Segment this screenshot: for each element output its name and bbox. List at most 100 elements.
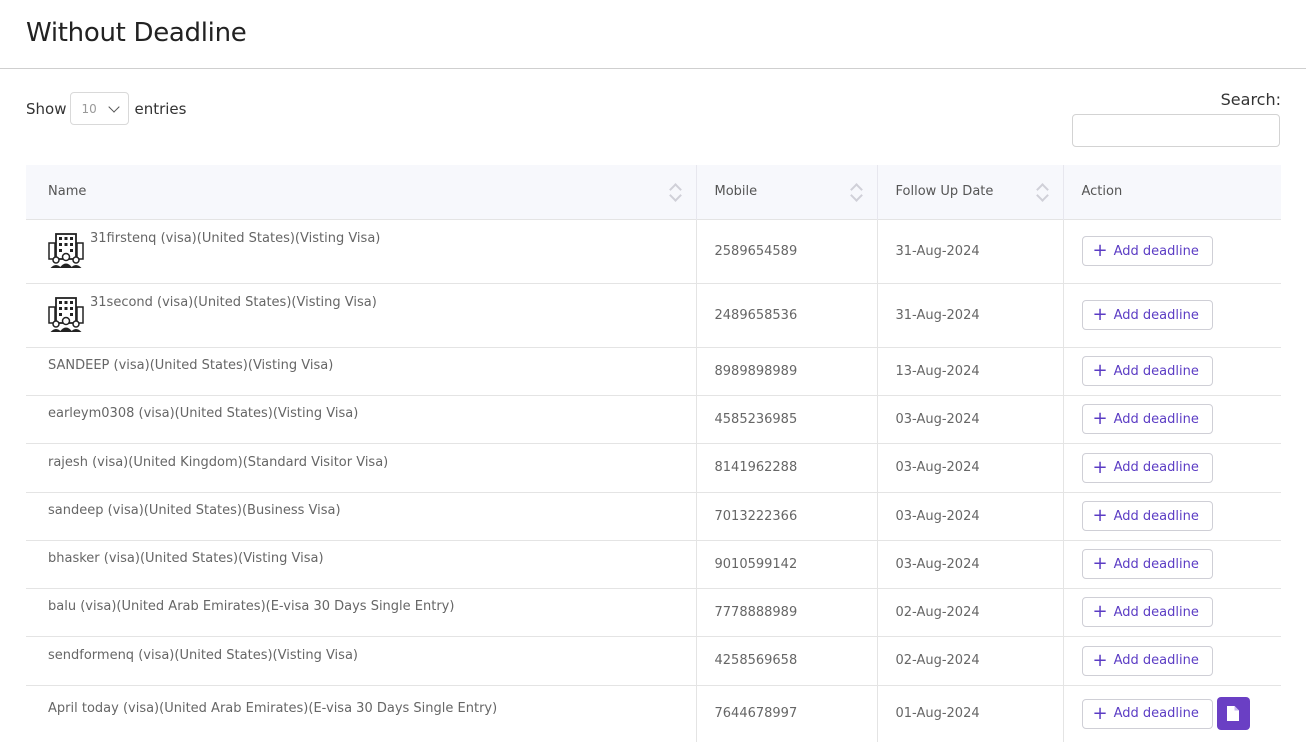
cell-name: sendformenq (visa)(United States)(Vistin… <box>26 635 696 685</box>
name-wrap: 31second (visa)(United States)(Visting V… <box>48 295 695 333</box>
cell-name: balu (visa)(United Arab Emirates)(E-visa… <box>26 587 696 636</box>
enquiry-name: SANDEEP (visa)(United States)(Visting Vi… <box>48 358 334 373</box>
cell-name: bhasker (visa)(United States)(Visting Vi… <box>26 539 696 588</box>
table-row: April today (visa)(United Arab Emirates)… <box>26 684 1281 742</box>
enquiry-name: balu (visa)(United Arab Emirates)(E-visa… <box>48 599 455 614</box>
column-header-follow-up-label: Follow Up Date <box>895 184 994 200</box>
table-row: sandeep (visa)(United States)(Business V… <box>26 491 1281 540</box>
cell-action: + Add deadline <box>1062 394 1281 443</box>
name-wrap: earleym0308 (visa)(United States)(Vistin… <box>48 406 695 422</box>
cell-mobile: 8141962288 <box>695 442 877 492</box>
table-row: bhasker (visa)(United States)(Visting Vi… <box>26 539 1281 588</box>
document-button[interactable] <box>1216 697 1250 731</box>
cell-name: earleym0308 (visa)(United States)(Vistin… <box>26 394 696 443</box>
cell-follow-up-date: 03-Aug-2024 <box>876 442 1063 492</box>
sort-icon[interactable] <box>1035 181 1049 203</box>
cell-follow-up-date: 03-Aug-2024 <box>876 394 1063 443</box>
cell-action: + Add deadline <box>1062 587 1281 636</box>
enquiry-name: bhasker (visa)(United States)(Visting Vi… <box>48 551 324 566</box>
cell-mobile: 7644678997 <box>695 684 877 742</box>
cell-mobile: 8989898989 <box>695 346 877 395</box>
cell-mobile: 7013222366 <box>695 491 877 540</box>
name-wrap: SANDEEP (visa)(United States)(Visting Vi… <box>48 358 695 374</box>
table-row: 31firstenq (visa)(United States)(Visting… <box>26 218 1281 283</box>
name-wrap: April today (visa)(United Arab Emirates)… <box>48 701 695 717</box>
name-wrap: rajesh (visa)(United Kingdom)(Standard V… <box>48 455 695 471</box>
enquiry-name: rajesh (visa)(United Kingdom)(Standard V… <box>48 454 389 470</box>
enquiries-table: Name Mobile Follow Up Date Action 31firs… <box>26 165 1281 742</box>
cell-follow-up-date: 31-Aug-2024 <box>876 282 1063 347</box>
plus-icon: + <box>1092 360 1108 381</box>
cell-follow-up-date: 02-Aug-2024 <box>876 635 1063 685</box>
sort-icon[interactable] <box>668 181 682 203</box>
column-header-action-label: Action <box>1081 184 1123 200</box>
chevron-down-icon <box>108 100 121 113</box>
add-deadline-button[interactable]: + Add deadline <box>1081 356 1213 386</box>
add-deadline-button[interactable]: + Add deadline <box>1081 452 1213 483</box>
cell-action: + Add deadline <box>1062 491 1281 540</box>
table-row: sendformenq (visa)(United States)(Vistin… <box>26 635 1281 685</box>
add-deadline-label: Add deadline <box>1113 508 1199 524</box>
cell-mobile: 7778888989 <box>695 587 877 636</box>
cell-follow-up-date: 13-Aug-2024 <box>876 346 1063 395</box>
table-controls: Show 10 entries Search: <box>0 69 1306 164</box>
search-label: Search: <box>1220 90 1281 109</box>
cell-follow-up-date: 01-Aug-2024 <box>876 684 1063 742</box>
cell-name: 31firstenq (visa)(United States)(Visting… <box>26 218 696 283</box>
add-deadline-label: Add deadline <box>1113 243 1199 259</box>
add-deadline-label: Add deadline <box>1113 411 1199 427</box>
add-deadline-button[interactable]: + Add deadline <box>1081 404 1213 434</box>
name-wrap: sandeep (visa)(United States)(Business V… <box>48 503 695 519</box>
enquiry-name: earleym0308 (visa)(United States)(Vistin… <box>48 406 359 421</box>
table-row: balu (visa)(United Arab Emirates)(E-visa… <box>26 587 1281 636</box>
plus-icon: + <box>1092 505 1108 526</box>
cell-mobile: 2589654589 <box>695 218 877 283</box>
name-wrap: sendformenq (visa)(United States)(Vistin… <box>48 648 695 664</box>
column-header-follow-up-date[interactable]: Follow Up Date <box>877 165 1064 219</box>
plus-icon: + <box>1092 649 1108 671</box>
add-deadline-label: Add deadline <box>1113 556 1199 572</box>
plus-icon: + <box>1092 702 1108 724</box>
search-input[interactable] <box>1072 114 1280 147</box>
add-deadline-button[interactable]: + Add deadline <box>1081 645 1213 676</box>
table-row: earleym0308 (visa)(United States)(Vistin… <box>26 394 1281 443</box>
column-header-name-label: Name <box>48 184 87 200</box>
enquiry-name: 31firstenq (visa)(United States)(Visting… <box>90 231 381 246</box>
sort-icon[interactable] <box>849 181 863 203</box>
add-deadline-button[interactable]: + Add deadline <box>1081 501 1213 531</box>
add-deadline-label: Add deadline <box>1113 653 1199 668</box>
cell-action: + Add deadline <box>1062 684 1281 742</box>
cell-mobile: 9010599142 <box>695 539 877 588</box>
enquiry-name: sandeep (visa)(United States)(Business V… <box>48 503 341 518</box>
enquiry-name: 31second (visa)(United States)(Visting V… <box>90 295 377 310</box>
show-label: Show <box>26 99 67 118</box>
enquiry-name: sendformenq (visa)(United States)(Vistin… <box>48 647 358 663</box>
cell-name: SANDEEP (visa)(United States)(Visting Vi… <box>26 346 696 395</box>
plus-icon: + <box>1092 408 1108 429</box>
page-header: Without Deadline <box>0 0 1306 69</box>
column-header-mobile[interactable]: Mobile <box>696 165 878 219</box>
cell-name: April today (visa)(United Arab Emirates)… <box>26 684 696 742</box>
cell-action: + Add deadline <box>1062 346 1281 395</box>
column-header-action: Action <box>1063 165 1281 219</box>
plus-icon: + <box>1092 240 1108 261</box>
entries-control: Show 10 entries <box>26 92 186 125</box>
cell-action: + Add deadline <box>1062 218 1281 283</box>
table-row: rajesh (visa)(United Kingdom)(Standard V… <box>26 442 1281 492</box>
document-icon <box>1227 706 1240 722</box>
add-deadline-button[interactable]: + Add deadline <box>1081 549 1213 579</box>
table-row: 31second (visa)(United States)(Visting V… <box>26 282 1281 347</box>
cell-name: sandeep (visa)(United States)(Business V… <box>26 491 696 540</box>
add-deadline-button[interactable]: + Add deadline <box>1081 300 1213 330</box>
cell-mobile: 2489658536 <box>695 282 877 347</box>
plus-icon: + <box>1092 456 1108 478</box>
entries-label: entries <box>134 99 187 118</box>
cell-follow-up-date: 03-Aug-2024 <box>876 539 1063 588</box>
add-deadline-button[interactable]: + Add deadline <box>1081 236 1213 266</box>
cell-mobile: 4258569658 <box>695 635 877 685</box>
name-wrap: balu (visa)(United Arab Emirates)(E-visa… <box>48 599 695 615</box>
column-header-name[interactable]: Name <box>26 165 697 219</box>
entries-select[interactable]: 10 <box>70 92 130 125</box>
add-deadline-button[interactable]: + Add deadline <box>1081 597 1213 627</box>
add-deadline-button[interactable]: + Add deadline <box>1081 698 1213 729</box>
